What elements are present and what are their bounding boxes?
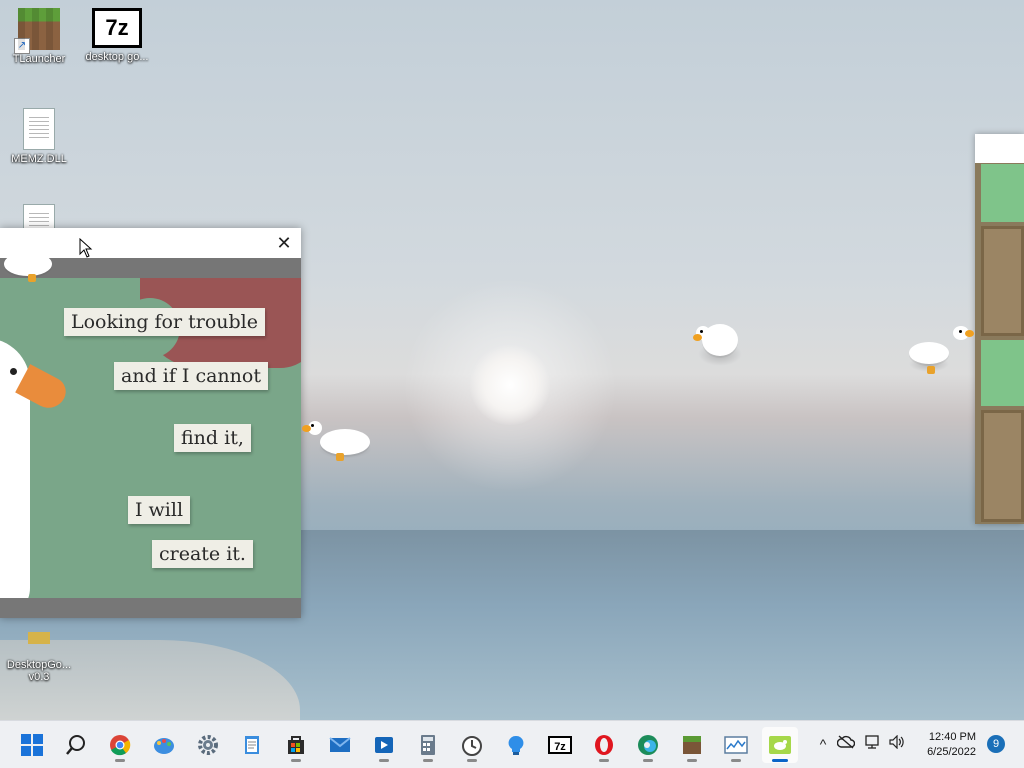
goose-sprite[interactable]	[300, 415, 380, 465]
taskbar-resource-monitor[interactable]	[718, 727, 754, 763]
windows-logo-icon	[21, 734, 43, 756]
close-button[interactable]: ✕	[273, 232, 295, 254]
goose-folder-icon	[28, 632, 50, 644]
calculator-icon	[421, 735, 435, 755]
volume-icon[interactable]	[886, 733, 908, 755]
poster-line: Looking for trouble	[64, 308, 265, 336]
taskbar-paint[interactable]	[146, 727, 182, 763]
window-panel-green	[981, 340, 1024, 406]
poster-line: I will	[128, 496, 191, 524]
clock-date: 6/25/2022	[927, 746, 976, 758]
clock-time: 12:40 PM	[928, 731, 976, 743]
gear-icon	[198, 735, 218, 755]
poster-line: create it.	[152, 540, 253, 568]
opera-icon	[595, 735, 613, 755]
window-panel-green	[981, 164, 1024, 222]
taskbar-settings[interactable]	[190, 727, 226, 763]
poster-line: find it,	[174, 424, 251, 452]
svg-text:7z: 7z	[554, 741, 566, 753]
mail-icon	[329, 737, 351, 752]
alarm-clock-icon	[462, 736, 482, 756]
window-bottom-band	[0, 598, 301, 618]
taskbar-minecraft[interactable]	[674, 727, 710, 763]
paint-icon	[154, 738, 174, 754]
goose-icon	[769, 736, 791, 754]
window-panel-brown	[981, 410, 1024, 522]
goose-sprite[interactable]	[0, 246, 60, 286]
lightbulb-icon	[508, 735, 524, 755]
desktop-icon-desktop-goose[interactable]: 7z desktop go...	[80, 8, 154, 63]
desktop-icon-tlauncher[interactable]: ↗ TLauncher	[2, 8, 76, 65]
notepad-icon	[245, 736, 259, 754]
taskbar-store[interactable]	[278, 727, 314, 763]
taskbar-opera[interactable]	[586, 727, 622, 763]
window-titlebar[interactable]	[975, 134, 1024, 163]
taskbar: 7z ^	[0, 720, 1024, 768]
desktop-icon-memz-dll[interactable]: MEMZ.DLL	[2, 108, 76, 165]
goose-eye	[10, 368, 17, 375]
mouse-cursor-icon	[79, 238, 93, 258]
chrome-icon	[110, 735, 131, 756]
goose-sprite[interactable]	[905, 322, 975, 378]
taskbar-edge[interactable]	[630, 727, 666, 763]
document-icon	[23, 108, 55, 150]
shortcut-arrow-icon: ↗	[14, 38, 30, 54]
media-player-icon	[375, 737, 393, 753]
poster-line: and if I cannot	[114, 362, 268, 390]
edge-icon	[638, 735, 658, 755]
desktop-icon-label: desktop go...	[85, 51, 149, 63]
onedrive-offline-icon[interactable]	[835, 733, 857, 755]
minecraft-block-icon: ↗	[14, 8, 60, 54]
network-icon[interactable]	[862, 733, 884, 755]
taskbar-notepad[interactable]	[234, 727, 270, 763]
window-panel-brown	[981, 226, 1024, 336]
taskbar-calculator[interactable]	[410, 727, 446, 763]
taskbar-clock[interactable]: 12:40 PM 6/25/2022	[912, 730, 976, 760]
taskbar-chrome[interactable]	[102, 727, 138, 763]
search-button[interactable]	[58, 727, 94, 763]
taskbar-desktop-goose[interactable]	[762, 727, 798, 763]
sun	[470, 345, 550, 425]
taskbar-tips[interactable]	[498, 727, 534, 763]
meme-image: Looking for trouble and if I cannot find…	[0, 278, 301, 598]
tray-overflow-chevron-icon[interactable]: ^	[812, 733, 834, 755]
desktop-icon-desktopgoose-v03[interactable]: DesktopGo... v0.3	[2, 620, 76, 695]
notification-count-badge[interactable]: 9	[987, 735, 1005, 753]
goose-sprite[interactable]	[690, 318, 750, 370]
desktop-icon-label: MEMZ.DLL	[11, 153, 67, 165]
store-icon	[288, 736, 304, 754]
monitor-chart-icon	[724, 736, 748, 754]
start-button[interactable]	[14, 727, 50, 763]
partial-window-right[interactable]	[975, 134, 1024, 524]
desktop-icon-label: DesktopGo... v0.3	[6, 659, 72, 683]
taskbar-clock-app[interactable]	[454, 727, 490, 763]
taskbar-media-player[interactable]	[366, 727, 402, 763]
minecraft-block-icon	[683, 736, 701, 754]
taskbar-mail[interactable]	[322, 727, 358, 763]
search-icon	[66, 735, 85, 755]
7zip-icon: 7z	[92, 8, 142, 48]
desktop-icon-label: TLauncher	[12, 53, 66, 65]
taskbar-7zip[interactable]: 7z	[542, 727, 578, 763]
7zip-icon: 7z	[548, 736, 572, 754]
goose-meme-window[interactable]: ✕ Looking for trouble and if I cannot fi…	[0, 228, 301, 618]
